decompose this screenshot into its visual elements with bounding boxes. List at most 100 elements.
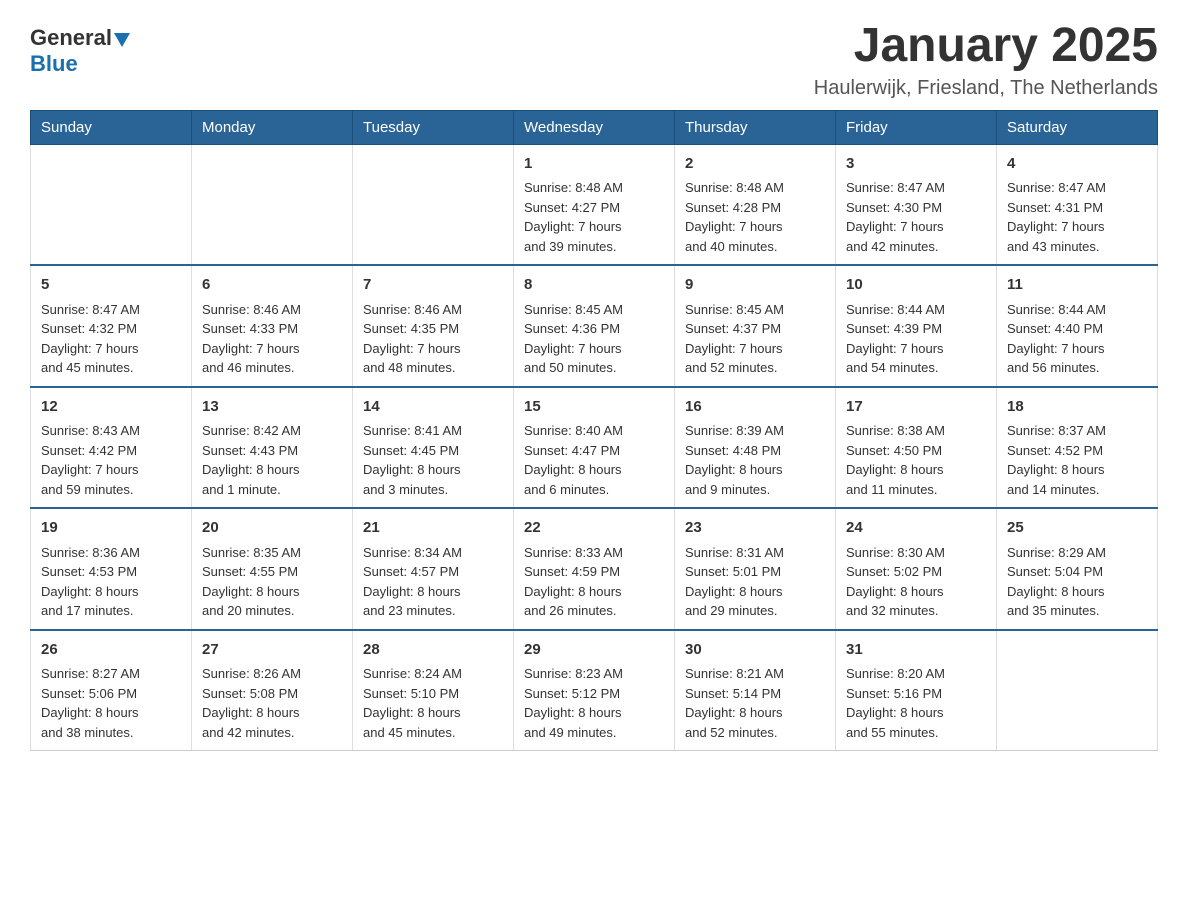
day-number: 29 <box>524 639 664 662</box>
day-info: and 40 minutes. <box>685 237 825 257</box>
day-info: Sunset: 5:02 PM <box>846 562 986 582</box>
day-info: and 9 minutes. <box>685 480 825 500</box>
calendar-cell: 24Sunrise: 8:30 AMSunset: 5:02 PMDayligh… <box>836 508 997 630</box>
day-info: Sunset: 4:42 PM <box>41 441 181 461</box>
day-info: Sunrise: 8:26 AM <box>202 664 342 684</box>
day-info: Sunset: 4:30 PM <box>846 198 986 218</box>
day-info: Sunrise: 8:45 AM <box>524 300 664 320</box>
week-row-5: 26Sunrise: 8:27 AMSunset: 5:06 PMDayligh… <box>31 630 1158 751</box>
day-info: Sunrise: 8:38 AM <box>846 421 986 441</box>
day-number: 21 <box>363 517 503 540</box>
day-info: Sunrise: 8:36 AM <box>41 543 181 563</box>
weekday-header-friday: Friday <box>836 110 997 144</box>
day-info: Daylight: 7 hours <box>1007 217 1147 237</box>
day-info: Sunrise: 8:35 AM <box>202 543 342 563</box>
day-info: Sunset: 5:06 PM <box>41 684 181 704</box>
day-info: Sunrise: 8:31 AM <box>685 543 825 563</box>
day-number: 6 <box>202 274 342 297</box>
day-info: Sunrise: 8:47 AM <box>846 178 986 198</box>
day-info: Sunset: 4:59 PM <box>524 562 664 582</box>
day-info: Sunrise: 8:30 AM <box>846 543 986 563</box>
day-info: Daylight: 7 hours <box>524 339 664 359</box>
day-info: Daylight: 8 hours <box>363 460 503 480</box>
day-info: Sunrise: 8:34 AM <box>363 543 503 563</box>
calendar-cell: 6 Sunrise: 8:46 AMSunset: 4:33 PMDaylight… <box>192 265 353 387</box>
day-info: Sunset: 4:35 PM <box>363 319 503 339</box>
calendar-cell: 19Sunrise: 8:36 AMSunset: 4:53 PMDayligh… <box>31 508 192 630</box>
calendar-cell: 18Sunrise: 8:37 AMSunset: 4:52 PMDayligh… <box>997 387 1158 509</box>
day-number: 7 <box>363 274 503 297</box>
day-info: Daylight: 8 hours <box>363 703 503 723</box>
day-info: and 56 minutes. <box>1007 358 1147 378</box>
day-number: 25 <box>1007 517 1147 540</box>
day-info: Sunrise: 8:46 AM <box>202 300 342 320</box>
calendar-cell <box>997 630 1158 751</box>
calendar-cell: 13Sunrise: 8:42 AMSunset: 4:43 PMDayligh… <box>192 387 353 509</box>
day-info: and 39 minutes. <box>524 237 664 257</box>
day-info: Sunset: 4:40 PM <box>1007 319 1147 339</box>
day-info: Daylight: 8 hours <box>524 703 664 723</box>
day-info: and 50 minutes. <box>524 358 664 378</box>
day-info: and 11 minutes. <box>846 480 986 500</box>
calendar-cell: 17Sunrise: 8:38 AMSunset: 4:50 PMDayligh… <box>836 387 997 509</box>
calendar-title: January 2025 <box>814 20 1158 73</box>
day-info: Daylight: 7 hours <box>846 217 986 237</box>
day-info: and 23 minutes. <box>363 601 503 621</box>
calendar-cell: 5Sunrise: 8:47 AMSunset: 4:32 PMDaylight… <box>31 265 192 387</box>
day-info: and 45 minutes. <box>41 358 181 378</box>
day-info: Daylight: 8 hours <box>846 703 986 723</box>
calendar-cell: 3Sunrise: 8:47 AMSunset: 4:30 PMDaylight… <box>836 144 997 265</box>
day-info: Sunset: 4:43 PM <box>202 441 342 461</box>
day-info: and 29 minutes. <box>685 601 825 621</box>
weekday-header-tuesday: Tuesday <box>353 110 514 144</box>
day-info: Daylight: 7 hours <box>1007 339 1147 359</box>
day-info: Daylight: 8 hours <box>202 582 342 602</box>
page-header: General Blue January 2025 Haulerwijk, Fr… <box>30 20 1158 100</box>
day-info: Daylight: 8 hours <box>41 582 181 602</box>
day-info: Daylight: 7 hours <box>202 339 342 359</box>
day-info: Sunrise: 8:45 AM <box>685 300 825 320</box>
day-number: 26 <box>41 639 181 662</box>
day-info: and 14 minutes. <box>1007 480 1147 500</box>
day-info: Sunrise: 8:44 AM <box>1007 300 1147 320</box>
calendar-subtitle: Haulerwijk, Friesland, The Netherlands <box>814 77 1158 100</box>
day-number: 16 <box>685 396 825 419</box>
calendar-cell: 8Sunrise: 8:45 AMSunset: 4:36 PMDaylight… <box>514 265 675 387</box>
week-row-4: 19Sunrise: 8:36 AMSunset: 4:53 PMDayligh… <box>31 508 1158 630</box>
day-info: Sunset: 4:50 PM <box>846 441 986 461</box>
day-info: Sunrise: 8:48 AM <box>524 178 664 198</box>
day-info: Sunset: 4:55 PM <box>202 562 342 582</box>
day-info: Sunrise: 8:47 AM <box>1007 178 1147 198</box>
calendar-cell: 30Sunrise: 8:21 AMSunset: 5:14 PMDayligh… <box>675 630 836 751</box>
day-info: Sunset: 4:57 PM <box>363 562 503 582</box>
day-info: and 54 minutes. <box>846 358 986 378</box>
weekday-header-thursday: Thursday <box>675 110 836 144</box>
calendar-cell: 27Sunrise: 8:26 AMSunset: 5:08 PMDayligh… <box>192 630 353 751</box>
day-info: Sunrise: 8:24 AM <box>363 664 503 684</box>
calendar-cell: 1Sunrise: 8:48 AMSunset: 4:27 PMDaylight… <box>514 144 675 265</box>
day-number: 10 <box>846 274 986 297</box>
day-number: 5 <box>41 274 181 297</box>
day-info: and 26 minutes. <box>524 601 664 621</box>
day-info: and 48 minutes. <box>363 358 503 378</box>
day-info: Daylight: 7 hours <box>363 339 503 359</box>
calendar-cell: 23Sunrise: 8:31 AMSunset: 5:01 PMDayligh… <box>675 508 836 630</box>
day-info: Daylight: 8 hours <box>1007 460 1147 480</box>
calendar-cell: 2Sunrise: 8:48 AMSunset: 4:28 PMDaylight… <box>675 144 836 265</box>
day-info: Sunrise: 8:48 AM <box>685 178 825 198</box>
day-info: Daylight: 7 hours <box>41 460 181 480</box>
day-number: 11 <box>1007 274 1147 297</box>
weekday-header-sunday: Sunday <box>31 110 192 144</box>
day-number: 8 <box>524 274 664 297</box>
day-info: Sunset: 5:16 PM <box>846 684 986 704</box>
day-info: Sunrise: 8:42 AM <box>202 421 342 441</box>
day-info: Sunset: 4:39 PM <box>846 319 986 339</box>
calendar-cell: 10Sunrise: 8:44 AMSunset: 4:39 PMDayligh… <box>836 265 997 387</box>
day-info: Sunset: 4:33 PM <box>202 319 342 339</box>
calendar-cell: 14Sunrise: 8:41 AMSunset: 4:45 PMDayligh… <box>353 387 514 509</box>
day-number: 20 <box>202 517 342 540</box>
day-number: 14 <box>363 396 503 419</box>
day-number: 28 <box>363 639 503 662</box>
day-info: Sunrise: 8:39 AM <box>685 421 825 441</box>
day-info: Daylight: 8 hours <box>685 460 825 480</box>
